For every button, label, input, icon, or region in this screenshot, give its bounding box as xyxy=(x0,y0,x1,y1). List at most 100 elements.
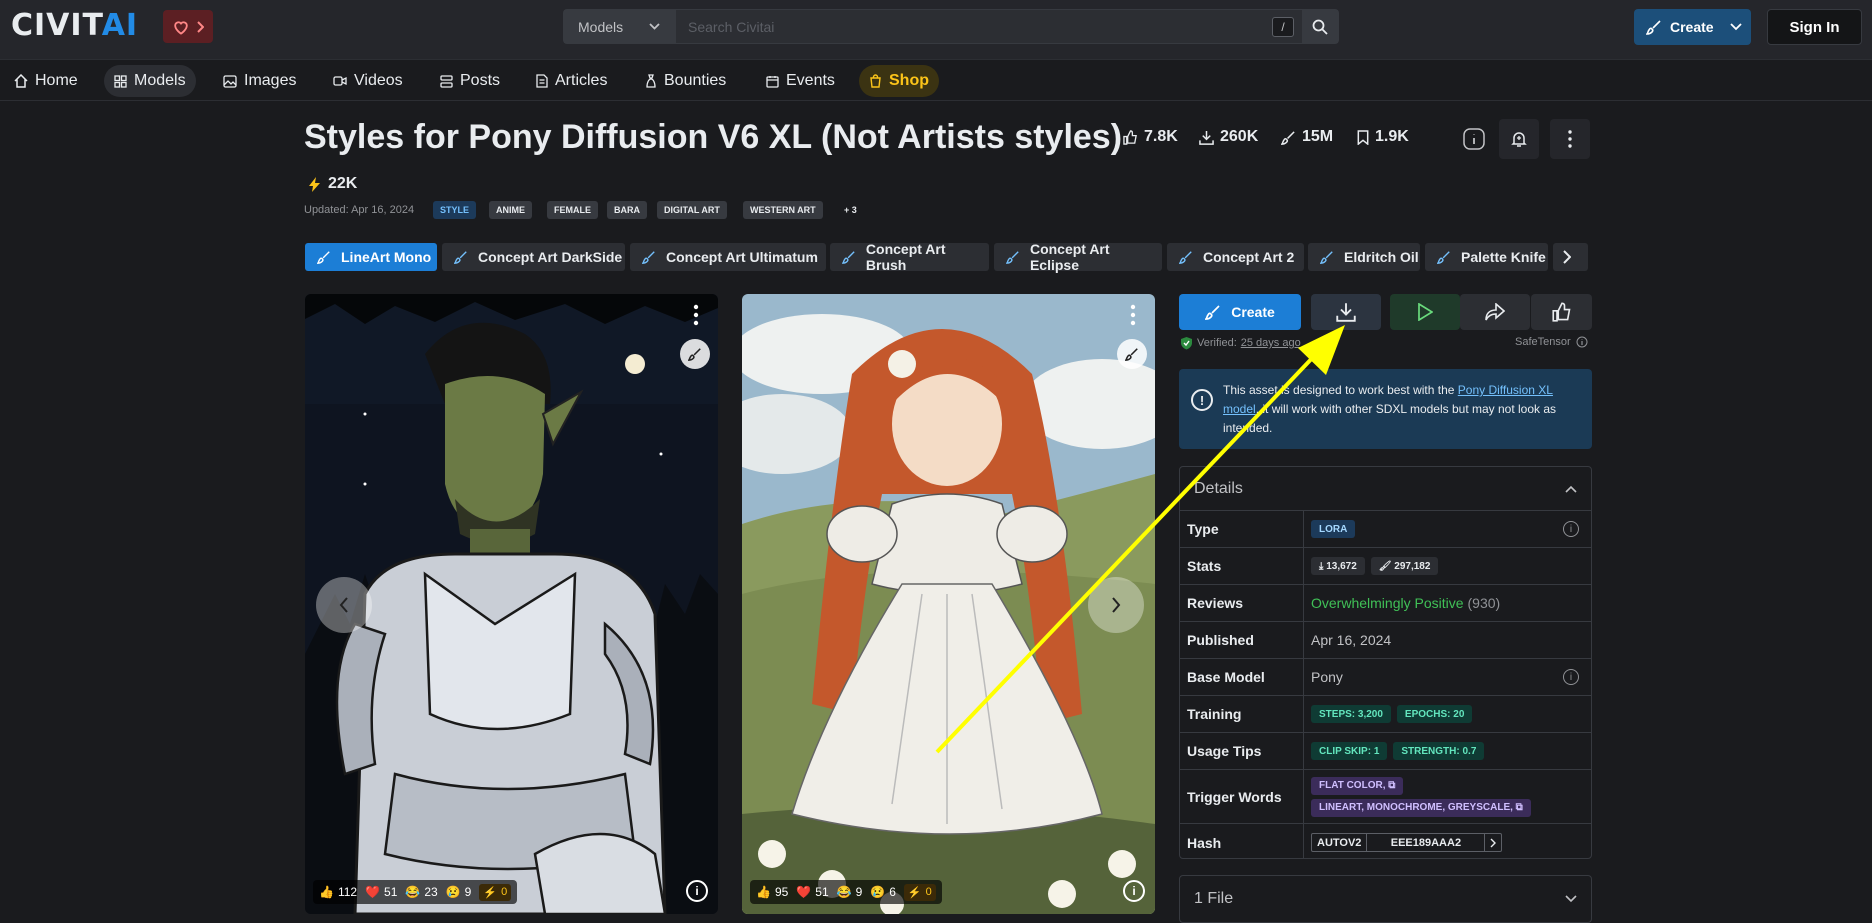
article-icon xyxy=(536,74,548,88)
reaction-heart[interactable]: ❤️ 51 xyxy=(365,885,397,899)
run-button[interactable] xyxy=(1390,294,1460,330)
gallery-image-1[interactable]: 👍 112 ❤️ 51 😂 23 😢 9 ⚡ 0 i xyxy=(305,294,718,914)
carousel-next-button[interactable] xyxy=(1088,577,1144,633)
hash-value[interactable]: EEE189AAA2 xyxy=(1367,834,1486,851)
search-scope-select[interactable]: Models xyxy=(564,10,676,43)
like-button[interactable] xyxy=(1531,294,1592,330)
nav-label: Posts xyxy=(460,72,501,89)
thumbs-up-icon xyxy=(1123,129,1137,145)
nav-videos[interactable]: Videos xyxy=(323,65,413,97)
tag-bara[interactable]: BARA xyxy=(607,201,647,219)
search-icon xyxy=(1312,19,1328,35)
info-icon[interactable] xyxy=(1576,336,1588,348)
reaction-laugh[interactable]: 😂 23 xyxy=(405,885,437,899)
reaction-laugh[interactable]: 😂 9 xyxy=(837,885,863,899)
support-button[interactable] xyxy=(163,10,213,43)
details-header[interactable]: Details xyxy=(1180,467,1591,511)
home-icon xyxy=(14,74,28,88)
version-chip-concept-art-brush[interactable]: Concept Art Brush xyxy=(830,241,989,273)
nav-images[interactable]: Images xyxy=(213,65,306,97)
chevron-right-icon xyxy=(1563,250,1571,264)
tag-style[interactable]: STYLE xyxy=(433,201,477,219)
chevron-down-icon xyxy=(1729,23,1742,31)
download-icon xyxy=(1336,303,1356,322)
nav-articles[interactable]: Articles xyxy=(526,65,617,97)
image-info-button[interactable]: i xyxy=(1123,880,1145,902)
tag-western-art[interactable]: WESTERN ART xyxy=(743,201,823,219)
version-chip-eldritch-oil[interactable]: Eldritch Oil xyxy=(1308,243,1420,271)
details-row-published: Published Apr 16, 2024 xyxy=(1180,622,1591,659)
info-button[interactable] xyxy=(1454,119,1494,159)
notify-button[interactable] xyxy=(1499,119,1539,159)
top-bar: CIVITAI Models Search Civitai / Create S… xyxy=(0,0,1872,60)
chevron-right-icon xyxy=(197,20,204,33)
image-info-button[interactable]: i xyxy=(686,880,708,902)
version-chip-concept-art-2[interactable]: Concept Art 2 xyxy=(1167,243,1304,271)
reaction-cry[interactable]: 😢 6 xyxy=(870,885,896,899)
version-chip-concept-art-darkside[interactable]: Concept Art DarkSide xyxy=(442,243,625,271)
files-accordion[interactable]: 1 File xyxy=(1179,875,1592,923)
details-row-trigger-words: Trigger Words FLAT COLOR, ⧉ LINEART, MON… xyxy=(1180,770,1591,824)
tag-digital-art[interactable]: DIGITAL ART xyxy=(657,201,727,219)
type-badge: LORA xyxy=(1311,520,1356,538)
chevron-left-icon xyxy=(339,597,348,613)
verified-label: Verified: xyxy=(1197,337,1237,349)
version-chip-lineart-mono[interactable]: LineArt Mono xyxy=(305,243,437,271)
nav-shop[interactable]: Shop xyxy=(859,65,939,97)
trigger-word-2[interactable]: LINEART, MONOCHROME, GREYSCALE, ⧉ xyxy=(1311,798,1531,817)
trigger-word-1[interactable]: FLAT COLOR, ⧉ xyxy=(1311,776,1404,795)
create-label: Create xyxy=(1231,304,1275,320)
reaction-like[interactable]: 👍 112 xyxy=(319,885,357,899)
sign-in-button[interactable]: Sign In xyxy=(1767,9,1862,45)
chip-label: Concept Art 2 xyxy=(1203,249,1295,265)
reaction-like[interactable]: 👍 95 xyxy=(756,885,788,899)
hash-next-button[interactable] xyxy=(1485,834,1501,851)
more-options-button[interactable] xyxy=(1550,119,1590,159)
stats-downloads-badge: ⤓ 13,672 xyxy=(1311,557,1365,575)
download-button[interactable] xyxy=(1311,294,1381,330)
details-panel: Details Type LORA i Stats ⤓ 13,672 🖌 297,… xyxy=(1179,466,1592,859)
details-title: Details xyxy=(1194,479,1243,497)
nav-posts[interactable]: Posts xyxy=(430,65,510,97)
details-row-hash: Hash AUTOV2 EEE189AAA2 xyxy=(1180,824,1591,858)
create-button-top[interactable]: Create xyxy=(1634,9,1751,45)
nav-models[interactable]: Models xyxy=(104,65,196,97)
remix-button[interactable] xyxy=(1117,339,1147,369)
bounty-icon xyxy=(646,74,656,88)
civitai-logo[interactable]: CIVITAI xyxy=(11,11,138,41)
create-button[interactable]: Create xyxy=(1179,294,1301,330)
tag-more[interactable]: + 3 xyxy=(837,201,864,219)
nav-events[interactable]: Events xyxy=(756,65,845,97)
hash-type-select[interactable]: AUTOV2 xyxy=(1312,834,1368,851)
nav-home[interactable]: Home xyxy=(4,65,88,97)
carousel-prev-button[interactable] xyxy=(316,577,372,633)
image-icon xyxy=(223,74,237,88)
tag-anime[interactable]: ANIME xyxy=(489,201,532,219)
search-button[interactable] xyxy=(1302,10,1338,43)
version-scroll-right[interactable] xyxy=(1553,243,1588,271)
reaction-buzz[interactable]: ⚡ 0 xyxy=(479,883,512,901)
nav-label: Images xyxy=(244,72,297,89)
share-button[interactable] xyxy=(1460,294,1530,330)
gallery-image-2[interactable]: 👍 95 ❤️ 51 😂 9 😢 6 ⚡ 0 i xyxy=(742,294,1155,914)
version-chip-concept-art-ultimatum[interactable]: Concept Art Ultimatum xyxy=(630,243,826,271)
tag-female[interactable]: FEMALE xyxy=(547,201,598,219)
reaction-heart[interactable]: ❤️ 51 xyxy=(796,885,828,899)
training-steps-badge: STEPS: 3,200 xyxy=(1311,705,1391,723)
info-icon[interactable]: i xyxy=(1563,521,1579,537)
reaction-buzz[interactable]: ⚡ 0 xyxy=(903,883,936,901)
remix-button[interactable] xyxy=(680,339,710,369)
version-chip-concept-art-eclipse[interactable]: Concept Art Eclipse xyxy=(994,241,1162,273)
thumbs-up-icon xyxy=(1551,302,1570,322)
safetensor-label: SafeTensor xyxy=(1515,336,1588,348)
reviews-rating[interactable]: Overwhelmingly Positive xyxy=(1311,595,1464,611)
image-menu-button[interactable] xyxy=(1130,304,1138,328)
nav-bounties[interactable]: Bounties xyxy=(635,65,736,97)
image-menu-button[interactable] xyxy=(693,304,701,328)
reaction-cry[interactable]: 😢 9 xyxy=(446,885,472,899)
row-label: Type xyxy=(1180,511,1304,547)
search-input[interactable]: Search Civitai xyxy=(676,10,1302,43)
share-icon xyxy=(1485,303,1505,321)
version-chip-palette-knife[interactable]: Palette Knife xyxy=(1425,243,1548,271)
info-icon[interactable]: i xyxy=(1563,669,1579,685)
